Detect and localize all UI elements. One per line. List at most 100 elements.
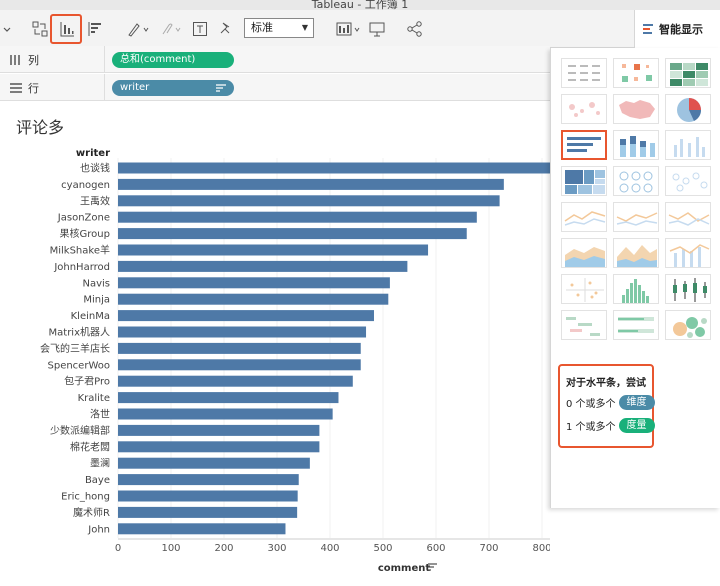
- horizontal-bar-icon: [567, 137, 601, 152]
- chart-type-line-discrete[interactable]: [613, 202, 659, 232]
- bar[interactable]: [118, 228, 467, 240]
- sort-ascending-button[interactable]: [56, 17, 78, 41]
- rows-shelf[interactable]: 行 writer: [0, 74, 550, 101]
- area-continuous-icon: [565, 247, 605, 267]
- bar[interactable]: [118, 375, 353, 387]
- bar[interactable]: [118, 326, 367, 338]
- pin-axes-button[interactable]: [216, 17, 234, 41]
- show-labels-button[interactable]: [190, 17, 210, 41]
- bar[interactable]: [118, 260, 408, 272]
- bar[interactable]: [118, 293, 389, 305]
- smart-show-label: 智能显示: [659, 23, 703, 36]
- bar[interactable]: [118, 523, 286, 535]
- chart-type-text-table[interactable]: [561, 58, 607, 88]
- x-axis-title: comment: [378, 563, 431, 574]
- hint-dimension-prefix: 0 个或多个: [566, 399, 616, 410]
- shelf-divider: [104, 74, 105, 101]
- sort-descending-button[interactable]: [84, 17, 106, 41]
- category-label: JasonZone: [57, 213, 110, 224]
- category-label: Minja: [83, 295, 110, 306]
- chart-type-stacked-bar[interactable]: [613, 130, 659, 160]
- sort-ascending-icon: [60, 22, 74, 37]
- bar[interactable]: [118, 244, 429, 256]
- text-table-icon: [568, 65, 600, 81]
- columns-icon: [10, 55, 20, 65]
- category-label: 王禹效: [80, 194, 110, 207]
- toolbar-overflow-caret[interactable]: [0, 17, 14, 41]
- category-label: KleinMa: [71, 311, 110, 322]
- x-tick-label: 600: [426, 543, 445, 554]
- chart-type-pie[interactable]: [665, 94, 711, 124]
- side-by-side-bar-icon: [674, 137, 705, 157]
- highlight-button[interactable]: [124, 17, 152, 41]
- treemap-icon: [565, 170, 605, 194]
- title-bar: Tableau - 工作簿 1: [0, 0, 720, 10]
- scatter-plot-icon: [566, 278, 604, 302]
- group-button[interactable]: [156, 17, 184, 41]
- bar[interactable]: [118, 392, 339, 404]
- rows-shelf-label: 行: [10, 80, 39, 96]
- bar[interactable]: [118, 457, 310, 469]
- category-label: 少数派编辑部: [50, 424, 110, 437]
- rows-pill[interactable]: writer: [112, 80, 234, 96]
- swap-rows-columns-button[interactable]: [30, 17, 50, 41]
- chart-type-filled-map[interactable]: [613, 94, 659, 124]
- chart-type-histogram[interactable]: [613, 274, 659, 304]
- circle-view-icon: [619, 171, 653, 193]
- bar[interactable]: [118, 342, 361, 354]
- chart-type-area-continuous[interactable]: [561, 238, 607, 268]
- category-label: 魔术师R: [73, 506, 110, 519]
- chart-type-symbol-map[interactable]: [561, 94, 607, 124]
- rows-pill-text: writer: [120, 82, 150, 93]
- chart-type-horizontal-bar[interactable]: [561, 130, 607, 160]
- bar[interactable]: [118, 211, 477, 223]
- chart-type-packed-bubbles[interactable]: [665, 310, 711, 340]
- chart-type-scatter[interactable]: [561, 274, 607, 304]
- smart-show-button[interactable]: 智能显示: [634, 10, 720, 48]
- category-label: cyanogen: [61, 180, 110, 191]
- bar[interactable]: [118, 310, 374, 322]
- chart-type-box-plot[interactable]: [665, 274, 711, 304]
- chart-type-heat-map[interactable]: [613, 58, 659, 88]
- chart-type-line-continuous[interactable]: [561, 202, 607, 232]
- chart-type-area-discrete[interactable]: [613, 238, 659, 268]
- bar[interactable]: [118, 490, 298, 502]
- columns-pill-text: 总和(comment): [120, 54, 196, 65]
- bar[interactable]: [118, 277, 390, 289]
- dual-line-icon: [668, 212, 710, 226]
- bar-chart[interactable]: writer 也谈钱 cyanogen 王禹效 JasonZone 果核Group Milk…: [0, 102, 550, 586]
- bar[interactable]: [118, 359, 361, 371]
- chart-type-dual-line[interactable]: [665, 202, 711, 232]
- share-button[interactable]: [404, 17, 426, 41]
- smart-show-hint: 对于水平条，尝试 0 个或多个 维度 1 个或多个 度量: [558, 364, 655, 448]
- category-label: MilkShake羊: [50, 244, 110, 257]
- category-label: Eric_hong: [61, 492, 110, 503]
- bar[interactable]: [118, 424, 320, 436]
- stacked-bar-icon: [620, 136, 655, 157]
- bar[interactable]: [118, 162, 550, 174]
- bar[interactable]: [118, 474, 299, 486]
- x-tick-label: 100: [161, 543, 180, 554]
- bar[interactable]: [118, 195, 500, 207]
- sort-indicator-icon: [216, 84, 226, 92]
- columns-pill[interactable]: 总和(comment): [112, 52, 234, 68]
- chart-type-dual-combination[interactable]: [665, 238, 711, 268]
- columns-shelf[interactable]: 列 总和(comment): [0, 46, 550, 73]
- chart-type-treemap[interactable]: [561, 166, 607, 196]
- chart-type-side-by-side-bar[interactable]: [665, 130, 711, 160]
- show-cards-button[interactable]: [334, 17, 364, 41]
- fit-select[interactable]: 标准 ▼: [244, 18, 314, 38]
- bar[interactable]: [118, 178, 504, 190]
- category-label: Baye: [85, 475, 110, 486]
- bar[interactable]: [118, 408, 333, 420]
- chart-type-bullet-graph[interactable]: [613, 310, 659, 340]
- presentation-mode-button[interactable]: [366, 17, 388, 41]
- chart-type-gantt[interactable]: [561, 310, 607, 340]
- chart-type-side-by-side-circles[interactable]: [665, 166, 711, 196]
- chart-type-circle-view[interactable]: [613, 166, 659, 196]
- x-tick-label: 200: [214, 543, 233, 554]
- chart-type-highlight-table[interactable]: [665, 58, 711, 88]
- bar[interactable]: [118, 506, 298, 518]
- bar[interactable]: [118, 441, 320, 453]
- gantt-icon: [566, 317, 600, 336]
